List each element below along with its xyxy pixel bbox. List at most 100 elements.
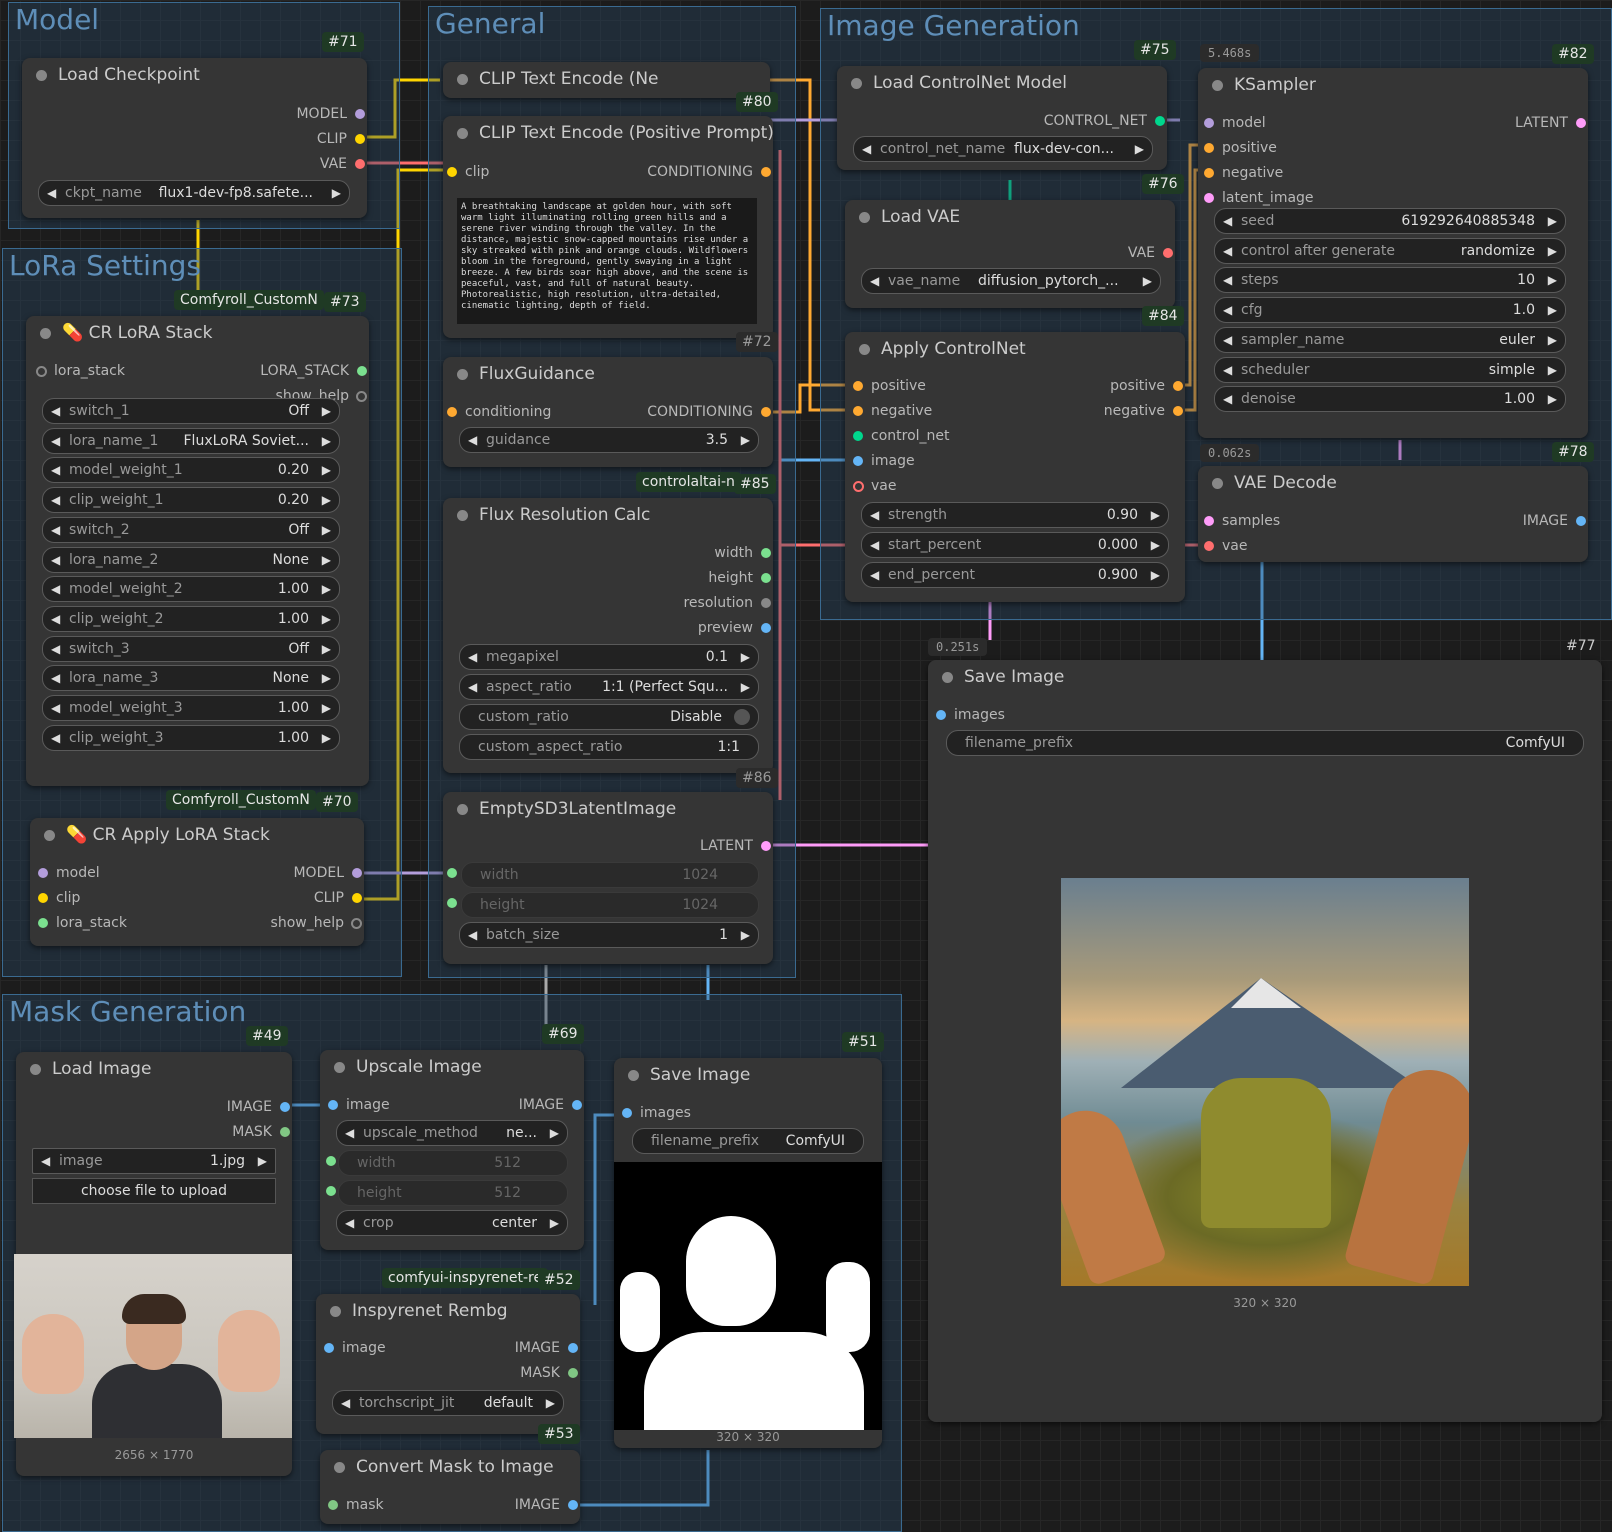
collapse-dot-icon[interactable] [457, 510, 468, 521]
arrow-right-icon[interactable]: ▶ [1548, 209, 1557, 233]
node-title[interactable]: Convert Mask to Image [320, 1450, 580, 1484]
arrow-right-icon[interactable]: ▶ [322, 548, 331, 572]
node-flux-resolution-calc[interactable]: Flux Resolution Calc width height resolu… [443, 498, 773, 773]
arrow-left-icon[interactable]: ◀ [1223, 239, 1232, 263]
custom-aspect-ratio-input[interactable]: custom_aspect_ratio 1:1 [459, 734, 759, 760]
collapse-dot-icon[interactable] [334, 1462, 345, 1473]
node-load-checkpoint[interactable]: Load Checkpoint MODEL CLIP VAE ◀ ckpt_nam… [22, 58, 367, 218]
output-image[interactable]: IMAGE [1523, 510, 1588, 532]
widget-row[interactable]: ◀ switch_3 Off ▶ [42, 635, 340, 662]
output-vae[interactable]: VAE [320, 153, 367, 175]
input-samples[interactable]: samples [1202, 510, 1280, 532]
collapse-dot-icon[interactable] [457, 128, 468, 139]
collapse-dot-icon[interactable] [1212, 478, 1223, 489]
guidance-slider[interactable]: ◀ guidance 3.5 ▶ [459, 427, 759, 453]
input-clip[interactable]: clip [445, 161, 489, 183]
output-image[interactable]: IMAGE [519, 1094, 584, 1116]
arrow-right-icon[interactable]: ▶ [322, 607, 331, 631]
node-title[interactable]: Save Image [614, 1058, 882, 1092]
widget-row[interactable]: ◀ switch_2 Off ▶ [42, 516, 340, 543]
widget-row[interactable]: ◀ model_weight_1 0.20 ▶ [42, 457, 340, 484]
collapse-dot-icon[interactable] [457, 804, 468, 815]
node-title[interactable]: 💊 CR LoRA Stack [26, 316, 369, 350]
input-image-preview[interactable] [14, 1254, 292, 1438]
node-title[interactable]: VAE Decode [1198, 466, 1588, 500]
node-clip-text-encode-negative[interactable]: CLIP Text Encode (Ne [443, 62, 770, 98]
arrow-left-icon[interactable]: ◀ [1223, 298, 1232, 322]
output-positive[interactable]: positive [1110, 375, 1185, 397]
node-title[interactable]: Load Image [16, 1052, 292, 1086]
widget-row[interactable]: ◀ lora_name_2 None ▶ [42, 546, 340, 573]
input-height-dot[interactable] [447, 898, 457, 908]
collapse-dot-icon[interactable] [44, 830, 55, 841]
node-title[interactable]: CLIP Text Encode (Positive Prompt) [443, 116, 773, 150]
input-conditioning[interactable]: conditioning [445, 401, 551, 423]
arrow-left-icon[interactable]: ◀ [51, 518, 60, 542]
mask-image-preview[interactable] [614, 1162, 882, 1430]
widget-row[interactable]: ◀ scheduler simple ▶ [1214, 356, 1566, 383]
input-width-dot[interactable] [326, 1156, 336, 1166]
input-image[interactable]: image [322, 1337, 386, 1359]
widget-row[interactable]: ◀ model_weight_2 1.00 ▶ [42, 576, 340, 603]
upload-button[interactable]: choose file to upload [32, 1178, 276, 1204]
input-lora-stack[interactable]: lora_stack [36, 912, 127, 934]
input-vae[interactable]: vae [1202, 535, 1247, 557]
input-model[interactable]: model [1202, 112, 1266, 134]
collapse-dot-icon[interactable] [457, 369, 468, 380]
end-percent-slider[interactable]: ◀ end_percent 0.900 ▶ [861, 562, 1169, 588]
node-cr-lora-stack[interactable]: 💊 CR LoRA Stack lora_stack LORA_STACK sh… [26, 316, 369, 786]
arrow-right-icon[interactable]: ▶ [322, 458, 331, 482]
node-title[interactable]: Flux Resolution Calc [443, 498, 773, 532]
control-net-name-combo[interactable]: ◀ control_net_name flux-dev-con... ▶ [853, 136, 1153, 162]
widget-row[interactable]: ◀ seed 619292640885348 ▶ [1214, 208, 1566, 234]
node-title[interactable]: Load Checkpoint [22, 58, 367, 92]
input-latent-image[interactable]: latent_image [1202, 187, 1314, 209]
width-input[interactable]: width 1024 [461, 862, 759, 888]
output-image[interactable]: IMAGE [515, 1337, 580, 1359]
widget-row[interactable]: ◀ clip_weight_1 0.20 ▶ [42, 487, 340, 514]
output-latent[interactable]: LATENT [700, 835, 773, 857]
generated-image-preview[interactable] [1061, 878, 1469, 1286]
input-lora-stack[interactable]: lora_stack [34, 360, 125, 382]
height-input[interactable]: height 512 [338, 1180, 568, 1206]
input-negative[interactable]: negative [851, 400, 932, 422]
arrow-right-icon[interactable]: ▶ [322, 696, 331, 720]
arrow-left-icon[interactable]: ◀ [51, 399, 60, 423]
node-apply-controlnet[interactable]: Apply ControlNet positive negative contr… [845, 332, 1185, 602]
arrow-left-icon[interactable]: ◀ [51, 458, 60, 482]
output-latent[interactable]: LATENT [1515, 112, 1588, 134]
collapse-dot-icon[interactable] [628, 1070, 639, 1081]
widget-row[interactable]: ◀ lora_name_3 None ▶ [42, 665, 340, 692]
image-combo[interactable]: ◀ image 1.jpg ▶ [32, 1148, 276, 1174]
arrow-right-icon[interactable]: ▶ [1548, 268, 1557, 292]
output-preview[interactable]: preview [698, 617, 773, 639]
node-title[interactable]: Load ControlNet Model [837, 66, 1167, 100]
arrow-left-icon[interactable]: ◀ [51, 577, 60, 601]
node-title[interactable]: Save Image [928, 660, 1602, 694]
node-save-image[interactable]: Save Image images filename_prefix ComfyUI… [928, 660, 1602, 1422]
widget-row[interactable]: ◀ model_weight_3 1.00 ▶ [42, 695, 340, 721]
output-lora-stack[interactable]: LORA_STACK [260, 360, 369, 382]
arrow-right-icon[interactable]: ▶ [322, 518, 331, 542]
node-title[interactable]: CLIP Text Encode (Ne [443, 62, 770, 96]
arrow-left-icon[interactable]: ◀ [1223, 209, 1232, 233]
output-control-net[interactable]: CONTROL_NET [1044, 110, 1167, 132]
arrow-left-icon[interactable]: ◀ [51, 696, 60, 720]
strength-slider[interactable]: ◀ strength 0.90 ▶ [861, 502, 1169, 528]
arrow-right-icon[interactable]: ▶ [1548, 358, 1557, 382]
collapse-dot-icon[interactable] [942, 672, 953, 683]
vae-name-combo[interactable]: ◀ vae_name diffusion_pytorch_... ▶ [861, 268, 1161, 294]
output-conditioning[interactable]: CONDITIONING [647, 161, 773, 183]
output-model[interactable]: MODEL [293, 862, 364, 884]
collapse-dot-icon[interactable] [30, 1064, 41, 1075]
arrow-left-icon[interactable]: ◀ [51, 637, 60, 661]
node-title[interactable]: EmptySD3LatentImage [443, 792, 773, 826]
node-convert-mask-to-image[interactable]: Convert Mask to Image mask IMAGE [320, 1450, 580, 1524]
node-title[interactable]: KSampler [1198, 68, 1588, 102]
arrow-right-icon[interactable]: ▶ [322, 637, 331, 661]
output-clip[interactable]: CLIP [314, 887, 364, 909]
node-title[interactable]: FluxGuidance [443, 357, 773, 391]
collapse-dot-icon[interactable] [859, 344, 870, 355]
output-vae[interactable]: VAE [1128, 242, 1175, 264]
input-height-dot[interactable] [326, 1186, 336, 1196]
